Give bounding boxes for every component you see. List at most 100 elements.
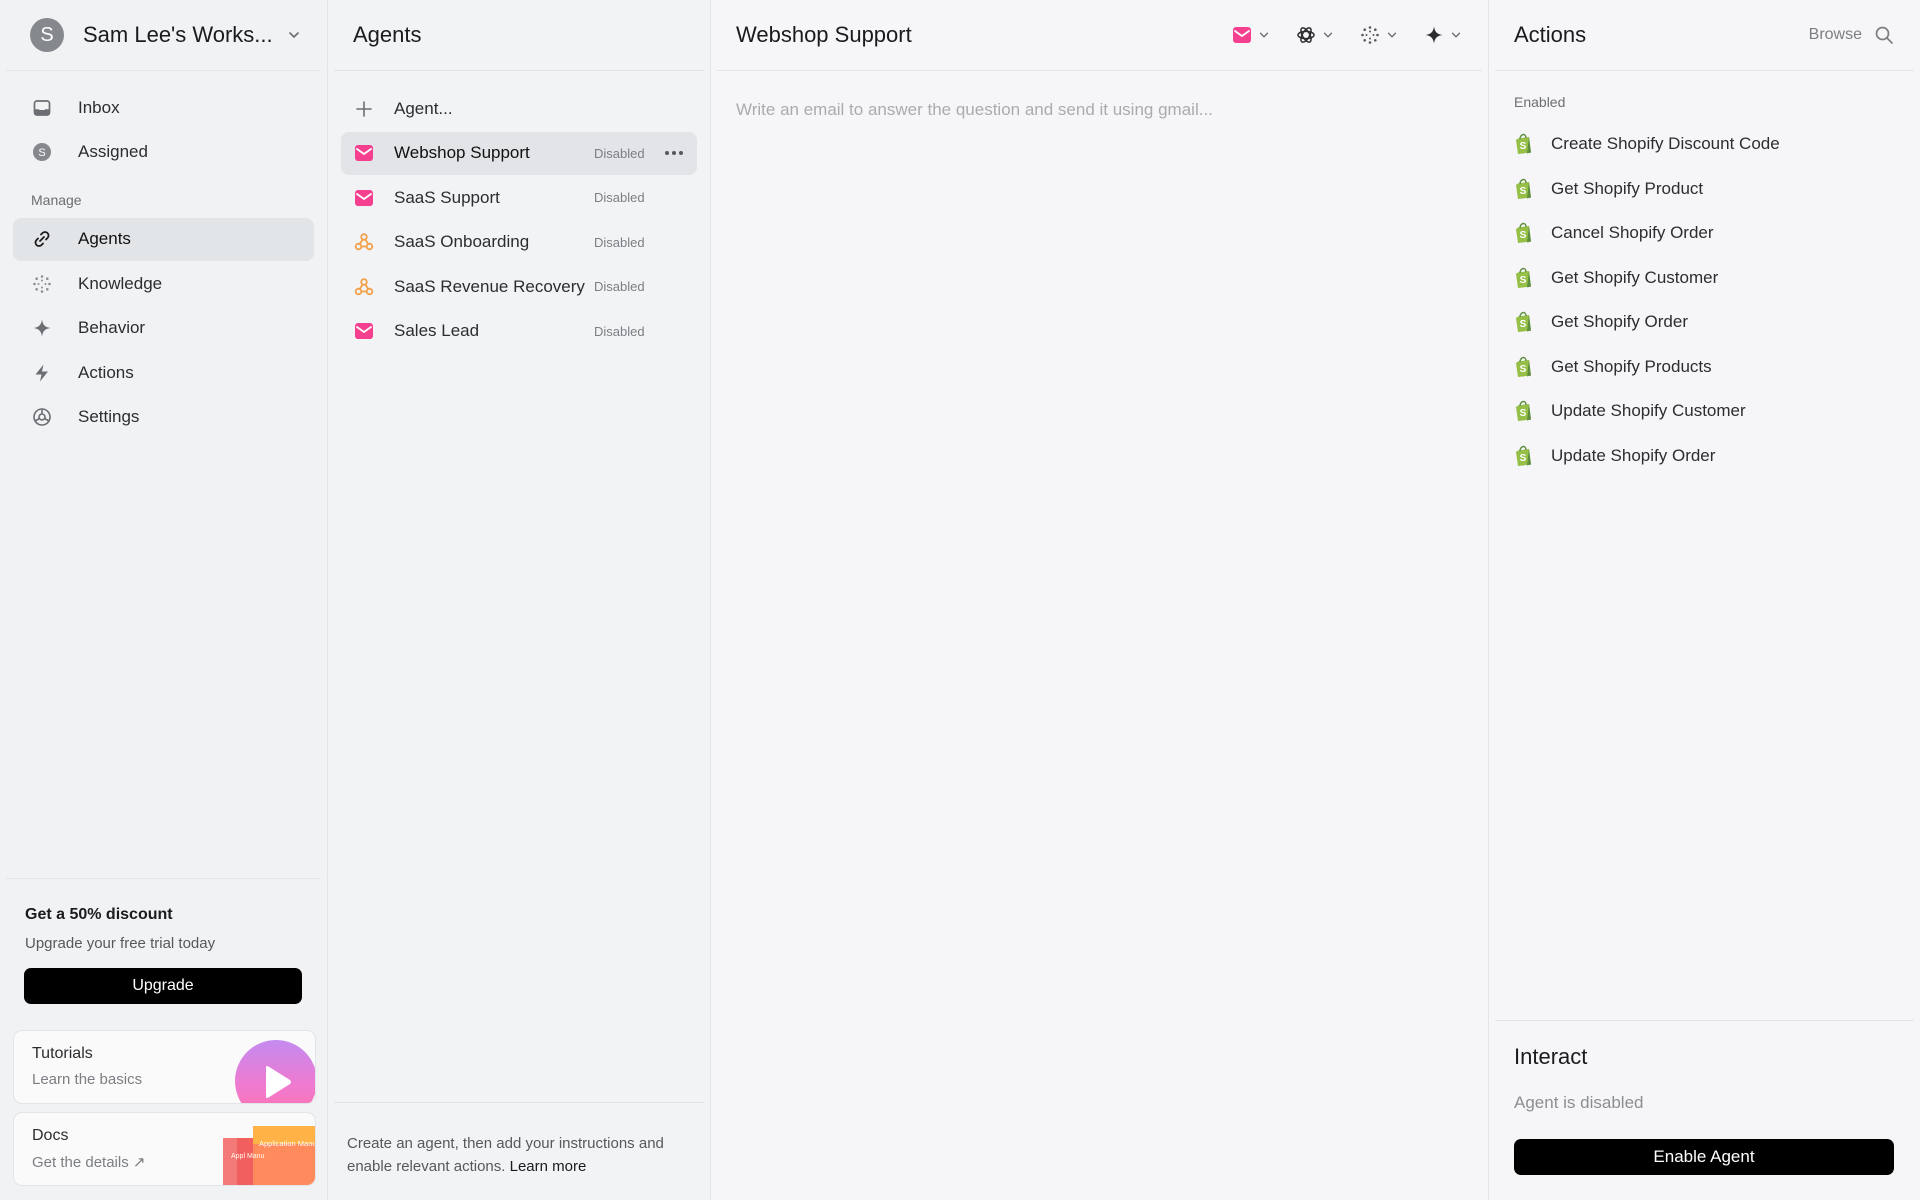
agent-item-saas-support[interactable]: SaaS Support Disabled: [341, 176, 697, 219]
promo-subtitle: Upgrade your free trial today: [25, 935, 216, 952]
knowledge-dropdown[interactable]: [1360, 25, 1398, 45]
action-label: Get Shopify Order: [1551, 312, 1689, 332]
agent-item-sales-lead[interactable]: Sales Lead Disabled: [341, 310, 697, 353]
agent-item-saas-revenue-recovery[interactable]: SaaS Revenue Recovery Disabled: [341, 265, 697, 308]
behavior-dropdown[interactable]: [1424, 25, 1462, 45]
action-label: Update Shopify Order: [1551, 445, 1716, 465]
action-label: Update Shopify Customer: [1551, 401, 1746, 421]
plus-icon: [354, 99, 374, 119]
search-icon: [1875, 26, 1893, 44]
action-item-cancel-shopify-order[interactable]: S Cancel Shopify Order: [1489, 211, 1920, 256]
channel-dropdown[interactable]: [1232, 25, 1270, 45]
webhook-icon: [354, 232, 374, 252]
agent-item-webshop-support[interactable]: Webshop Support Disabled: [341, 131, 697, 175]
svg-text:Appl Manu: Appl Manu: [231, 1153, 265, 1160]
svg-text:Application Manual: Application Manual: [259, 1139, 315, 1148]
docs-card[interactable]: Docs Get the details ↗ Appl Manu Applica…: [13, 1112, 316, 1186]
agents-header: Agents: [334, 0, 704, 71]
promo-title: Get a 50% discount: [25, 906, 173, 923]
agents-footer: Create an agent, then add your instructi…: [334, 1102, 704, 1178]
shopify-icon: S: [1516, 401, 1531, 422]
sidebar-item-assigned[interactable]: S Assigned: [13, 131, 314, 174]
agent-status-text: Agent is disabled: [1514, 1093, 1644, 1112]
action-item-update-shopify-order[interactable]: S Update Shopify Order: [1489, 434, 1920, 479]
chevron-down-icon: [1387, 32, 1397, 38]
svg-text:S: S: [1520, 319, 1527, 330]
sidebar-item-actions[interactable]: Actions: [13, 351, 314, 394]
agent-status: Disabled: [594, 234, 645, 250]
enable-agent-button[interactable]: Enable Agent: [1514, 1139, 1894, 1175]
bolt-icon: [31, 362, 53, 384]
action-item-get-shopify-order[interactable]: S Get Shopify Order: [1489, 300, 1920, 345]
manage-section-label: Manage: [31, 191, 82, 208]
action-item-update-shopify-customer[interactable]: S Update Shopify Customer: [1489, 389, 1920, 434]
model-dropdown[interactable]: [1296, 25, 1334, 45]
add-agent-button[interactable]: Agent...: [341, 87, 697, 130]
svg-text:S: S: [1520, 453, 1527, 464]
actions-header: Actions Browse: [1495, 0, 1914, 71]
openai-icon: [1296, 25, 1316, 45]
sidebar-item-behavior[interactable]: Behavior: [13, 307, 314, 350]
agent-list: Agent... Webshop Support Disabled SaaS S…: [328, 71, 710, 353]
chevron-down-icon: [1323, 32, 1333, 38]
mail-icon: [1232, 25, 1252, 45]
browse-actions-button[interactable]: Browse: [1809, 25, 1894, 45]
manual-book-icon: Appl Manu Application Manual: [223, 1126, 315, 1185]
learn-more-link[interactable]: Learn more: [510, 1158, 587, 1175]
shopify-icon: S: [1516, 178, 1531, 199]
agent-label: SaaS Onboarding: [394, 232, 530, 251]
sparkle-icon: [31, 317, 53, 339]
sidebar: S Sam Lee's Works... Inbox S Assigned Ma…: [0, 0, 328, 1200]
chevron-down-icon: [1451, 32, 1461, 38]
action-label: Get Shopify Products: [1551, 356, 1712, 376]
agent-status: Disabled: [594, 323, 645, 339]
shopify-icon: S: [1516, 445, 1531, 466]
svg-text:S: S: [1520, 275, 1527, 286]
svg-text:S: S: [1520, 141, 1527, 152]
agents-panel: Agents Agent... Webshop Support Disabled: [328, 0, 711, 1200]
avatar-s-icon: S: [31, 141, 53, 163]
agent-item-saas-onboarding[interactable]: SaaS Onboarding Disabled: [341, 221, 697, 264]
sidebar-item-inbox[interactable]: Inbox: [13, 86, 314, 129]
tutorials-card[interactable]: Tutorials Learn the basics: [13, 1030, 316, 1104]
sidebar-item-label: Inbox: [78, 97, 120, 117]
mail-icon: [354, 321, 374, 341]
shopify-icon: S: [1516, 267, 1531, 288]
sidebar-item-label: Assigned: [78, 142, 148, 161]
agent-status: Disabled: [594, 145, 645, 161]
link-icon: [31, 228, 53, 250]
sidebar-item-agents[interactable]: Agents: [13, 217, 314, 261]
sidebar-item-knowledge[interactable]: Knowledge: [13, 262, 314, 305]
webhook-icon: [354, 277, 374, 297]
action-item-get-shopify-customer[interactable]: S Get Shopify Customer: [1489, 256, 1920, 301]
mail-icon: [354, 143, 374, 163]
workspace-name: Sam Lee's Works...: [83, 22, 273, 47]
sidebar-item-settings[interactable]: Settings: [13, 396, 314, 439]
dotted-circle-icon: [31, 273, 53, 295]
sidebar-item-label: Actions: [78, 362, 134, 382]
agents-title: Agents: [353, 22, 422, 47]
chevron-down-icon: [289, 32, 299, 38]
sidebar-nav: Inbox S Assigned Manage Agents Knowledge: [0, 71, 327, 440]
dotted-circle-icon: [1360, 25, 1380, 45]
agent-label: Sales Lead: [394, 321, 480, 340]
action-label: Get Shopify Customer: [1551, 267, 1719, 287]
actions-panel: Actions Browse Enabled S Create Shopify …: [1489, 0, 1920, 1200]
instructions-editor[interactable]: Write an email to answer the question an…: [711, 71, 1488, 149]
more-options-icon[interactable]: [654, 150, 694, 156]
upgrade-button[interactable]: Upgrade: [24, 968, 302, 1004]
action-item-get-shopify-product[interactable]: S Get Shopify Product: [1489, 167, 1920, 212]
agents-footer-text: Create an agent, then add your instructi…: [347, 1135, 664, 1175]
action-label: Cancel Shopify Order: [1551, 223, 1714, 243]
sparkle-icon: [1424, 25, 1444, 45]
agent-status: Disabled: [594, 279, 645, 294]
svg-text:S: S: [38, 147, 45, 159]
workspace-switcher[interactable]: S Sam Lee's Works...: [6, 0, 321, 71]
shopify-icon: S: [1516, 223, 1531, 244]
action-label: Get Shopify Product: [1551, 178, 1704, 198]
sidebar-item-label: Settings: [78, 407, 140, 426]
svg-text:S: S: [1520, 230, 1527, 241]
action-item-create-shopify-discount-code[interactable]: S Create Shopify Discount Code: [1489, 122, 1920, 167]
action-item-get-shopify-products[interactable]: S Get Shopify Products: [1489, 345, 1920, 390]
editor-title: Webshop Support: [736, 22, 912, 47]
